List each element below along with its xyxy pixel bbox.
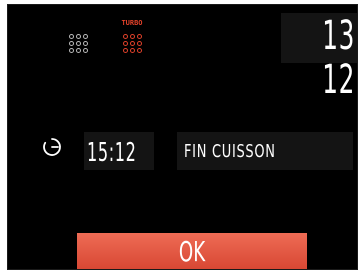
timer-icon <box>43 138 61 156</box>
turbo-label: TURBO <box>121 19 143 27</box>
ok-button-label: OK <box>178 235 206 268</box>
clock-display: 13 12 <box>322 13 355 103</box>
turbo-burner-grid-icon <box>123 34 142 53</box>
burner-grid-icon <box>69 34 88 53</box>
timer-value: 15:12 <box>87 138 137 168</box>
oven-display: TURBO 13 12 15:12 FIN CUISSON OK <box>7 4 358 270</box>
end-cooking-label: FIN CUISSON <box>184 141 276 162</box>
ok-button[interactable]: OK <box>77 233 307 269</box>
